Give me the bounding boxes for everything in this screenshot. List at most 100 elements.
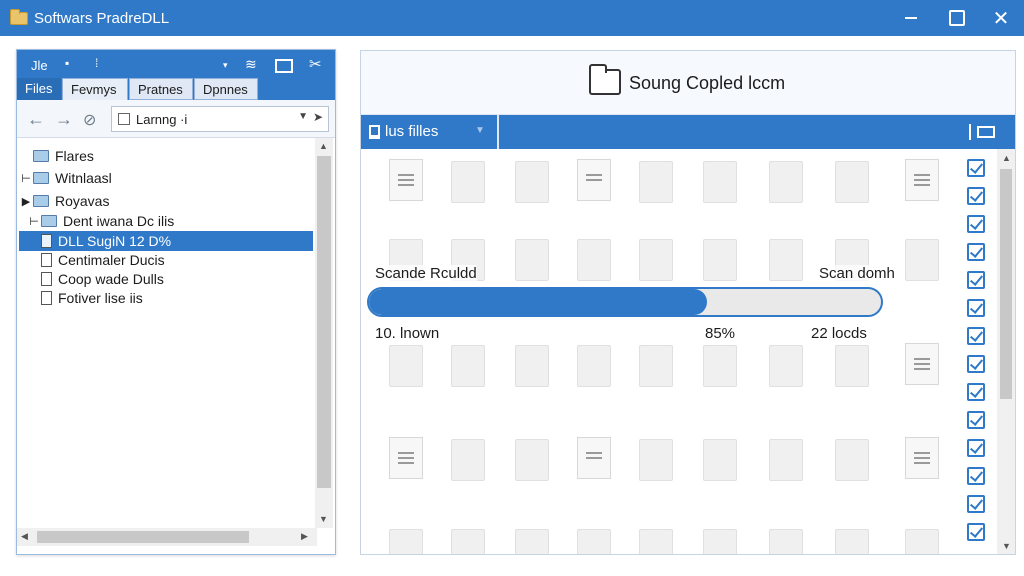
tab-partners[interactable]: Pratnes [129, 78, 193, 100]
tab-devices[interactable]: Dpnnes [194, 78, 258, 100]
row-checkbox[interactable] [967, 495, 985, 513]
wifi-icon[interactable]: ≋ [245, 56, 257, 73]
folder-icon[interactable] [639, 161, 673, 203]
grid-view-icon[interactable] [275, 59, 293, 73]
row-checkbox[interactable] [967, 467, 985, 485]
file-icon[interactable] [905, 159, 939, 201]
scroll-thumb[interactable] [317, 156, 331, 488]
folder-icon[interactable] [451, 439, 485, 481]
tree-item-selected[interactable]: DLL SugiN 12 D% [19, 231, 313, 251]
folder-icon[interactable] [703, 239, 737, 281]
tree-item[interactable]: Centimaler Ducis [19, 250, 313, 270]
close-button[interactable]: ✕ [978, 0, 1024, 36]
file-icon[interactable] [905, 343, 939, 385]
row-checkbox[interactable] [967, 383, 985, 401]
stop-icon[interactable]: ⊘ [83, 110, 96, 130]
folder-icon[interactable] [703, 161, 737, 203]
tab-files[interactable]: Files [17, 78, 61, 100]
filter-dropdown-icon[interactable]: ▼ [475, 125, 485, 136]
forward-arrow-icon[interactable]: → [55, 109, 73, 130]
folder-icon[interactable] [451, 529, 485, 554]
folder-icon[interactable] [703, 439, 737, 481]
expand-arrow-icon[interactable]: ▶ [19, 195, 33, 208]
file-icon[interactable] [905, 437, 939, 479]
folder-icon[interactable] [835, 529, 869, 554]
go-arrow-icon[interactable]: ➤ [313, 110, 323, 124]
tab-favorites[interactable]: Fevmys [62, 78, 128, 100]
tree-item[interactable]: ⊢ Dent iwana Dc ilis [19, 211, 313, 231]
folder-icon[interactable] [577, 529, 611, 554]
scroll-thumb[interactable] [1000, 169, 1012, 399]
address-dropdown-icon[interactable]: ▼ [298, 111, 308, 122]
row-checkbox[interactable] [967, 243, 985, 261]
files-filter-button[interactable]: lus filles [369, 123, 438, 140]
scroll-up-icon[interactable]: ▲ [1002, 153, 1011, 163]
window-view-icon[interactable] [977, 126, 995, 138]
folder-icon[interactable] [515, 345, 549, 387]
row-checkbox[interactable] [967, 299, 985, 317]
row-checkbox[interactable] [967, 523, 985, 541]
small-dropdown-icon[interactable]: ▾ [223, 60, 228, 71]
folder-icon[interactable] [905, 529, 939, 554]
folder-icon[interactable] [451, 161, 485, 203]
tree-item[interactable]: Coop wade Dulls [19, 269, 313, 289]
row-checkbox[interactable] [967, 271, 985, 289]
tree-item[interactable]: ▶ Royavas [19, 191, 313, 211]
tree-horizontal-scrollbar[interactable]: ◀ ▶ [17, 528, 317, 546]
split-icon[interactable]: ⁞ [95, 56, 98, 70]
content-vertical-scrollbar[interactable]: ▲ ▼ [997, 149, 1015, 554]
tree-vertical-scrollbar[interactable]: ▲ ▼ [315, 138, 333, 528]
tools-icon[interactable]: ✂ [309, 55, 322, 73]
folder-icon[interactable] [769, 529, 803, 554]
menu-label[interactable]: Jle [31, 58, 48, 73]
tree-item[interactable]: ⊢ Witnlaasl [19, 168, 313, 188]
scroll-thumb[interactable] [37, 531, 249, 543]
folder-icon[interactable] [639, 529, 673, 554]
folder-icon[interactable] [515, 529, 549, 554]
folder-icon[interactable] [835, 345, 869, 387]
address-bar[interactable]: Larnng ·i ▼ ➤ [111, 106, 329, 132]
row-checkbox[interactable] [967, 439, 985, 457]
scroll-down-icon[interactable]: ▼ [319, 514, 328, 524]
folder-icon[interactable] [639, 239, 673, 281]
row-checkbox[interactable] [967, 355, 985, 373]
folder-icon[interactable] [577, 239, 611, 281]
row-checkbox[interactable] [967, 187, 985, 205]
folder-icon[interactable] [639, 439, 673, 481]
folder-icon[interactable] [835, 161, 869, 203]
file-icon[interactable] [389, 437, 423, 479]
scroll-right-icon[interactable]: ▶ [301, 531, 308, 542]
back-arrow-icon[interactable]: ← [27, 109, 45, 130]
folder-icon[interactable] [389, 529, 423, 554]
row-checkbox[interactable] [967, 327, 985, 345]
folder-icon[interactable] [515, 161, 549, 203]
maximize-button[interactable] [934, 0, 980, 36]
row-checkbox[interactable] [967, 159, 985, 177]
folder-icon[interactable] [639, 345, 673, 387]
folder-icon[interactable] [515, 239, 549, 281]
folder-icon[interactable] [769, 239, 803, 281]
minimize-button[interactable] [888, 0, 934, 36]
tree-item[interactable]: Fotiver lise iis [19, 288, 313, 308]
scroll-up-icon[interactable]: ▲ [319, 141, 328, 151]
folder-icon[interactable] [451, 345, 485, 387]
file-icon[interactable] [577, 159, 611, 201]
tree-item[interactable]: Flares [19, 146, 313, 166]
file-icon[interactable] [577, 437, 611, 479]
folder-icon[interactable] [515, 439, 549, 481]
scroll-left-icon[interactable]: ◀ [21, 531, 28, 542]
row-checkbox[interactable] [967, 411, 985, 429]
folder-icon[interactable] [577, 345, 611, 387]
row-checkbox[interactable] [967, 215, 985, 233]
dots-icon[interactable]: ▪ [65, 56, 69, 70]
folder-icon[interactable] [389, 345, 423, 387]
file-icon[interactable] [389, 159, 423, 201]
scroll-down-icon[interactable]: ▼ [1002, 541, 1011, 551]
folder-icon[interactable] [703, 529, 737, 554]
folder-icon[interactable] [769, 345, 803, 387]
folder-icon[interactable] [905, 239, 939, 281]
folder-icon[interactable] [769, 439, 803, 481]
folder-icon[interactable] [769, 161, 803, 203]
folder-icon[interactable] [835, 439, 869, 481]
folder-icon[interactable] [703, 345, 737, 387]
